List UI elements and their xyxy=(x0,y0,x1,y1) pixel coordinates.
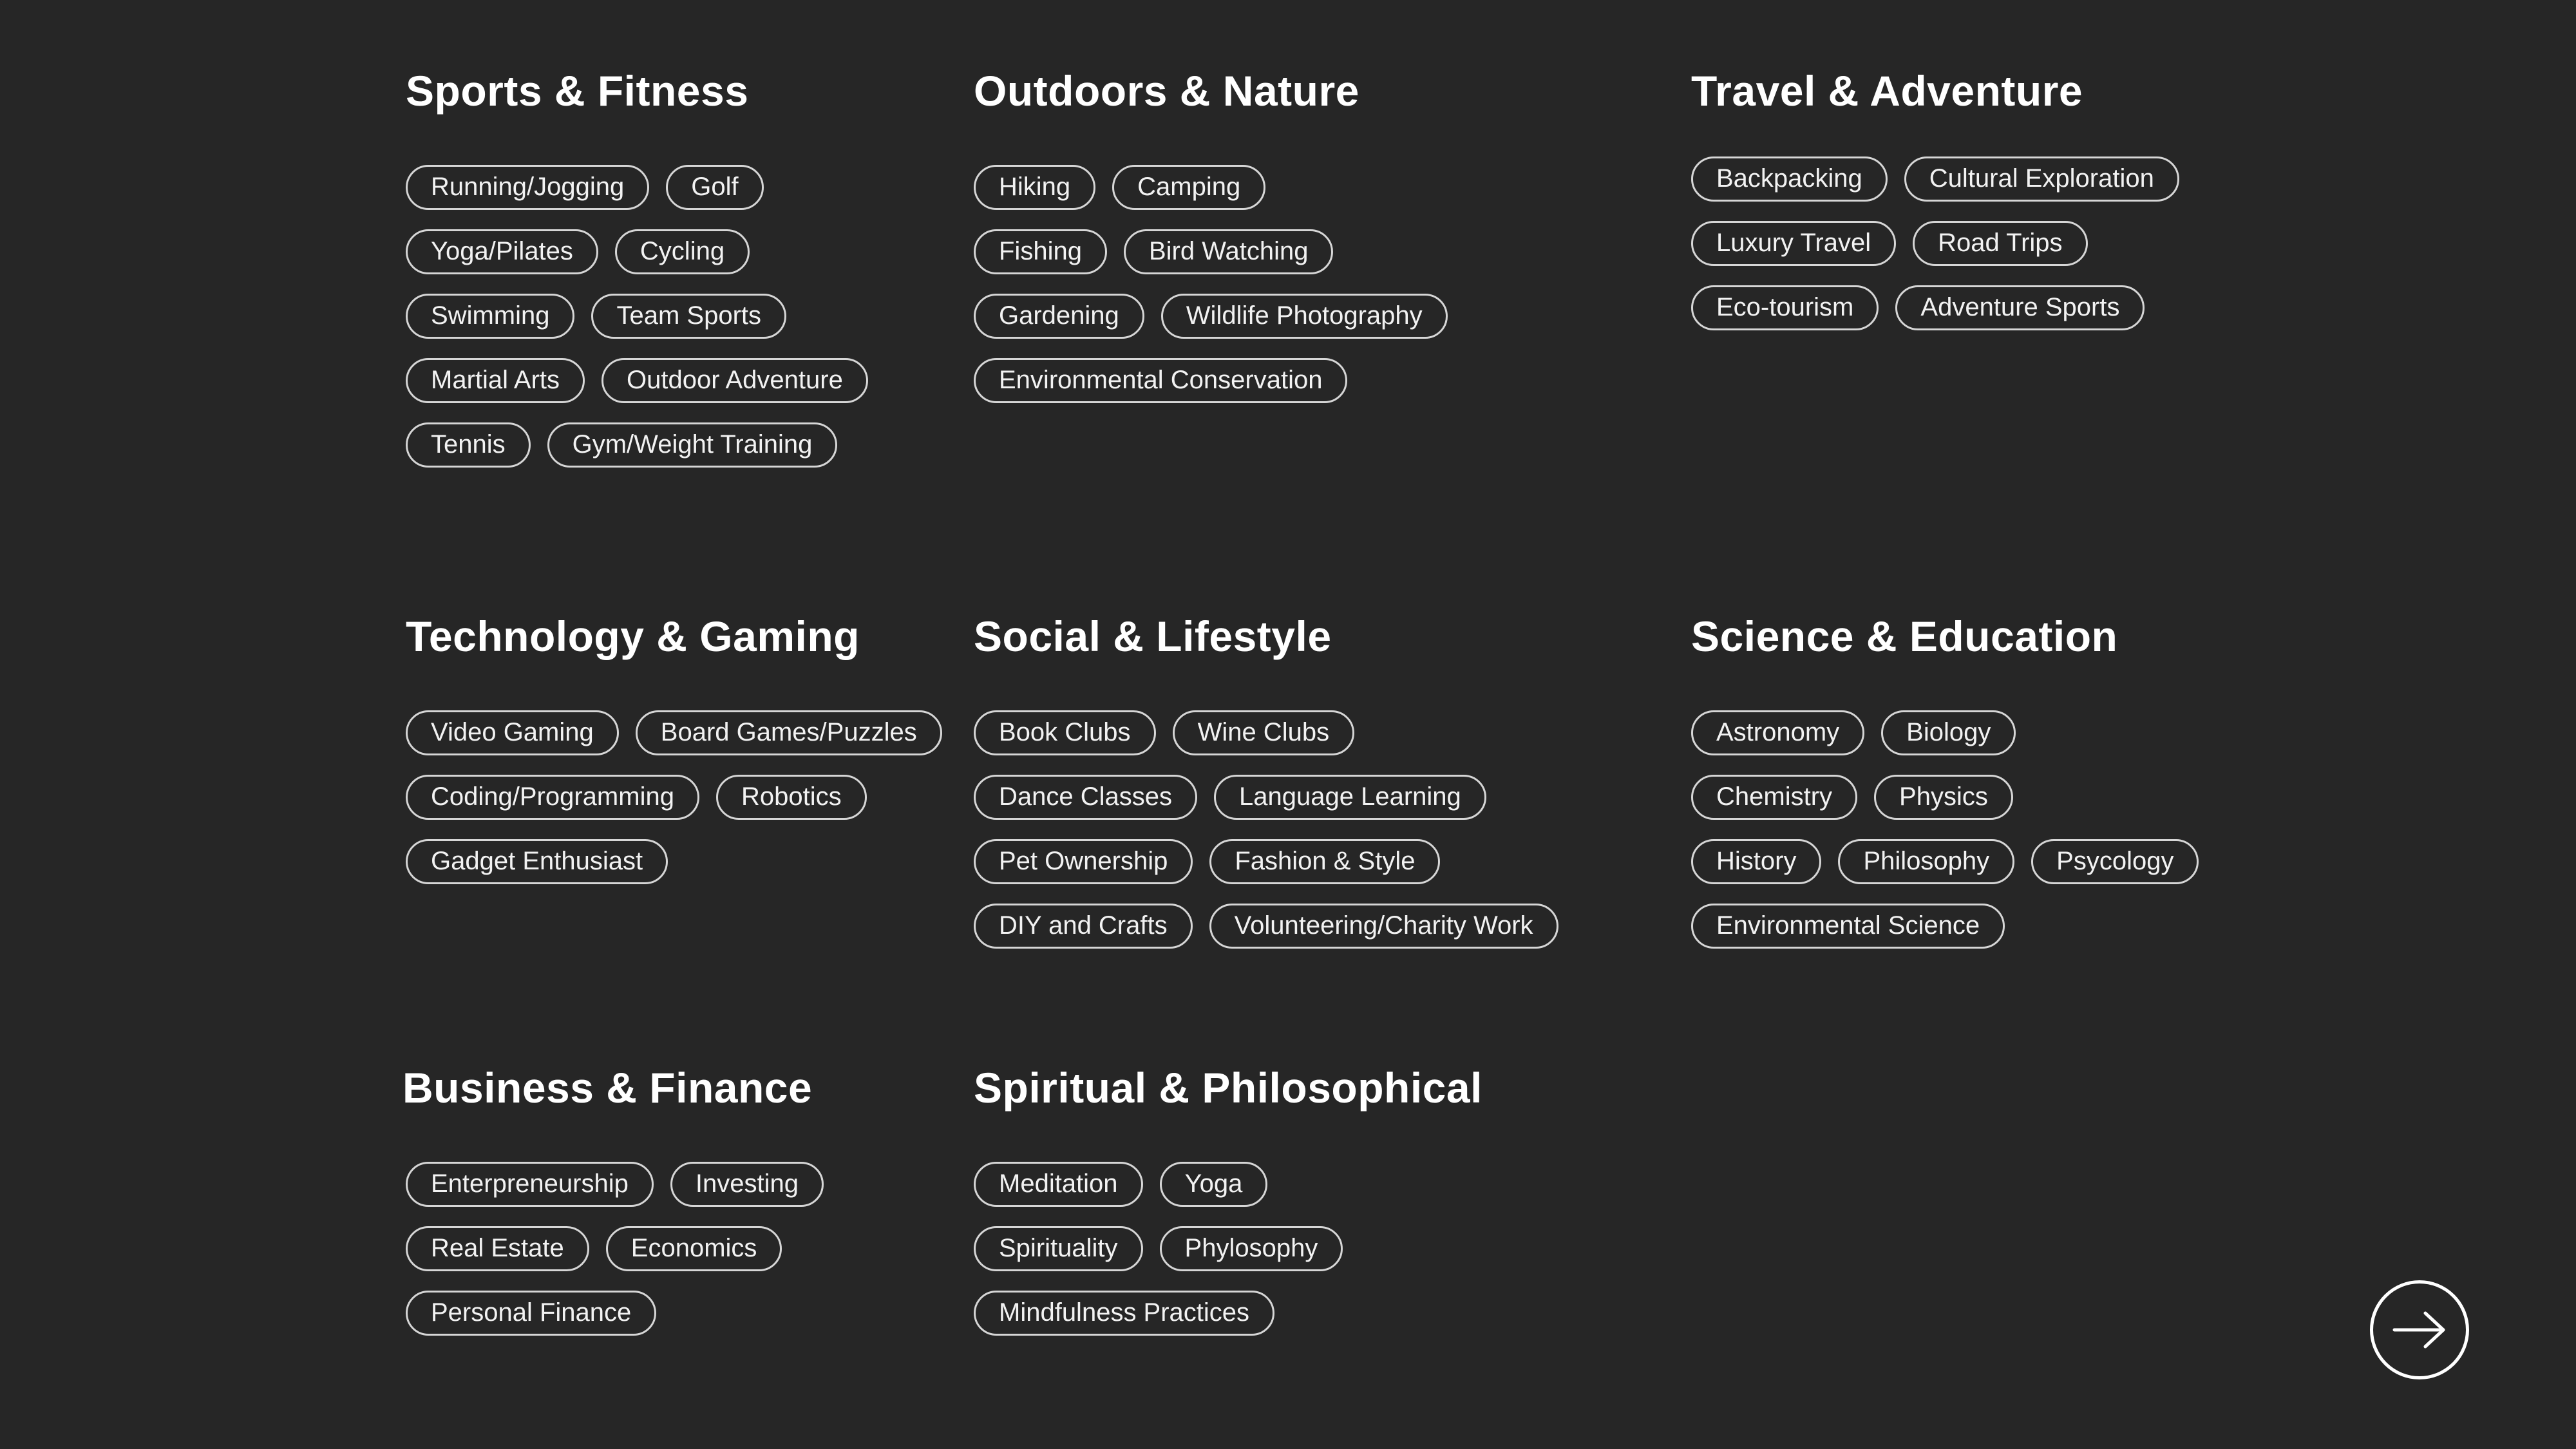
tag-row: Book Clubs Wine Clubs xyxy=(974,710,1650,755)
tag-row: Hiking Camping xyxy=(974,164,1650,210)
interest-tag[interactable]: Gardening xyxy=(974,293,1144,339)
interest-tag[interactable]: Mindfulness Practices xyxy=(974,1290,1275,1336)
tag-list: Book Clubs Wine Clubs Dance Classes Lang… xyxy=(974,710,1650,949)
interest-tag[interactable]: Martial Arts xyxy=(406,357,585,403)
interest-tag[interactable]: Real Estate xyxy=(406,1226,589,1271)
tag-row: DIY and Crafts Volunteering/Charity Work xyxy=(974,903,1650,949)
interest-tag[interactable]: Hiking xyxy=(974,164,1096,210)
tag-row: Chemistry Physics xyxy=(1691,774,2367,820)
interest-tag[interactable]: Camping xyxy=(1112,164,1266,210)
interest-tag[interactable]: Wine Clubs xyxy=(1172,710,1355,755)
tag-row: Tennis Gym/Weight Training xyxy=(406,422,1082,468)
interest-tag[interactable]: DIY and Crafts xyxy=(974,903,1193,949)
interest-tag[interactable]: Team Sports xyxy=(591,293,787,339)
interest-tag[interactable]: Investing xyxy=(670,1161,824,1207)
interest-tag[interactable]: Tennis xyxy=(406,422,531,468)
interest-tag[interactable]: Luxury Travel xyxy=(1691,220,1897,266)
category-spiritual-philosophical: Spiritual & Philosophical Meditation Yog… xyxy=(974,1065,1650,1336)
interest-tag[interactable]: Economics xyxy=(605,1226,782,1271)
interest-tag[interactable]: Yoga xyxy=(1159,1161,1268,1207)
interest-tag[interactable]: Gym/Weight Training xyxy=(547,422,838,468)
interest-tag[interactable]: Adventure Sports xyxy=(1895,285,2145,330)
tag-row: Astronomy Biology xyxy=(1691,710,2367,755)
tag-list: Hiking Camping Fishing Bird Watching Gar… xyxy=(974,164,1650,403)
tag-row: Luxury Travel Road Trips xyxy=(1691,220,2367,266)
interest-tag[interactable]: Meditation xyxy=(974,1161,1143,1207)
tag-row: Dance Classes Language Learning xyxy=(974,774,1650,820)
tag-row: Spirituality Phylosophy xyxy=(974,1226,1650,1271)
interest-tag[interactable]: Cycling xyxy=(614,229,750,274)
interest-tag[interactable]: Fishing xyxy=(974,229,1107,274)
interest-tag[interactable]: Board Games/Puzzles xyxy=(635,710,942,755)
tag-list: Backpacking Cultural Exploration Luxury … xyxy=(1691,156,2367,330)
interest-tag[interactable]: Bird Watching xyxy=(1123,229,1334,274)
interest-tag[interactable]: Gadget Enthusiast xyxy=(406,838,668,884)
category-title: Science & Education xyxy=(1691,612,2118,660)
category-outdoors-nature: Outdoors & Nature Hiking Camping Fishing… xyxy=(974,68,1650,403)
tag-row: Backpacking Cultural Exploration xyxy=(1691,156,2367,202)
interest-tag[interactable]: Volunteering/Charity Work xyxy=(1209,903,1558,949)
interest-tag[interactable]: Eco-tourism xyxy=(1691,285,1879,330)
tag-row: Environmental Science xyxy=(1691,903,2367,949)
interest-tag[interactable]: Fashion & Style xyxy=(1209,838,1441,884)
interest-tag[interactable]: Dance Classes xyxy=(974,774,1198,820)
category-title: Spiritual & Philosophical xyxy=(974,1064,1482,1112)
interest-tag[interactable]: Philosophy xyxy=(1838,838,2015,884)
tag-row: Gardening Wildlife Photography xyxy=(974,293,1650,339)
category-title: Outdoors & Nature xyxy=(974,67,1359,115)
interest-tag[interactable]: Biology xyxy=(1881,710,2016,755)
interest-tag[interactable]: Video Gaming xyxy=(406,710,619,755)
tag-row: Environmental Conservation xyxy=(974,357,1650,403)
interest-tag[interactable]: Robotics xyxy=(715,774,867,820)
interest-tag[interactable]: Phylosophy xyxy=(1159,1226,1343,1271)
tag-row: Mindfulness Practices xyxy=(974,1290,1650,1336)
tag-row: Fishing Bird Watching xyxy=(974,229,1650,274)
interest-tag[interactable]: Pet Ownership xyxy=(974,838,1193,884)
interest-tag[interactable]: Swimming xyxy=(406,293,575,339)
interest-tag[interactable]: Road Trips xyxy=(1913,220,2088,266)
interest-tag[interactable]: Personal Finance xyxy=(406,1290,657,1336)
interest-tag[interactable]: Wildlife Photography xyxy=(1160,293,1448,339)
interest-tag[interactable]: Enterpreneurship xyxy=(406,1161,654,1207)
interest-tag[interactable]: Physics xyxy=(1874,774,2013,820)
category-science-education: Science & Education Astronomy Biology Ch… xyxy=(1691,613,2367,949)
interest-tag[interactable]: Yoga/Pilates xyxy=(406,229,598,274)
category-travel-adventure: Travel & Adventure Backpacking Cultural … xyxy=(1691,68,2367,330)
interest-tag[interactable]: Astronomy xyxy=(1691,710,1865,755)
interest-tag[interactable]: Golf xyxy=(666,164,764,210)
tag-list: Astronomy Biology Chemistry Physics Hist… xyxy=(1691,710,2367,949)
category-social-lifestyle: Social & Lifestyle Book Clubs Wine Clubs… xyxy=(974,613,1650,949)
tag-row: Eco-tourism Adventure Sports xyxy=(1691,285,2367,330)
interest-tag[interactable]: Language Learning xyxy=(1214,774,1486,820)
interest-tag[interactable]: History xyxy=(1691,838,1822,884)
next-button[interactable] xyxy=(2370,1280,2469,1379)
interest-tag[interactable]: Backpacking xyxy=(1691,156,1888,202)
interest-tag[interactable]: Chemistry xyxy=(1691,774,1858,820)
interest-tag[interactable]: Environmental Science xyxy=(1691,903,2005,949)
tag-list: Meditation Yoga Spirituality Phylosophy … xyxy=(974,1161,1650,1336)
tag-row: Meditation Yoga xyxy=(974,1161,1650,1207)
arrow-right-icon xyxy=(2392,1311,2445,1349)
tag-row: Pet Ownership Fashion & Style xyxy=(974,838,1650,884)
category-title: Social & Lifestyle xyxy=(974,612,1332,660)
interest-tag[interactable]: Psycology xyxy=(2031,838,2199,884)
interest-tag[interactable]: Running/Jogging xyxy=(406,164,650,210)
interest-tag[interactable]: Book Clubs xyxy=(974,710,1156,755)
interest-tag[interactable]: Spirituality xyxy=(974,1226,1143,1271)
interest-tag[interactable]: Outdoor Adventure xyxy=(601,357,868,403)
interest-tag[interactable]: Coding/Programming xyxy=(406,774,699,820)
category-title: Travel & Adventure xyxy=(1691,67,2083,115)
interest-tag[interactable]: Cultural Exploration xyxy=(1904,156,2179,202)
interest-tag[interactable]: Environmental Conservation xyxy=(974,357,1348,403)
tag-row: History Philosophy Psycology xyxy=(1691,838,2367,884)
